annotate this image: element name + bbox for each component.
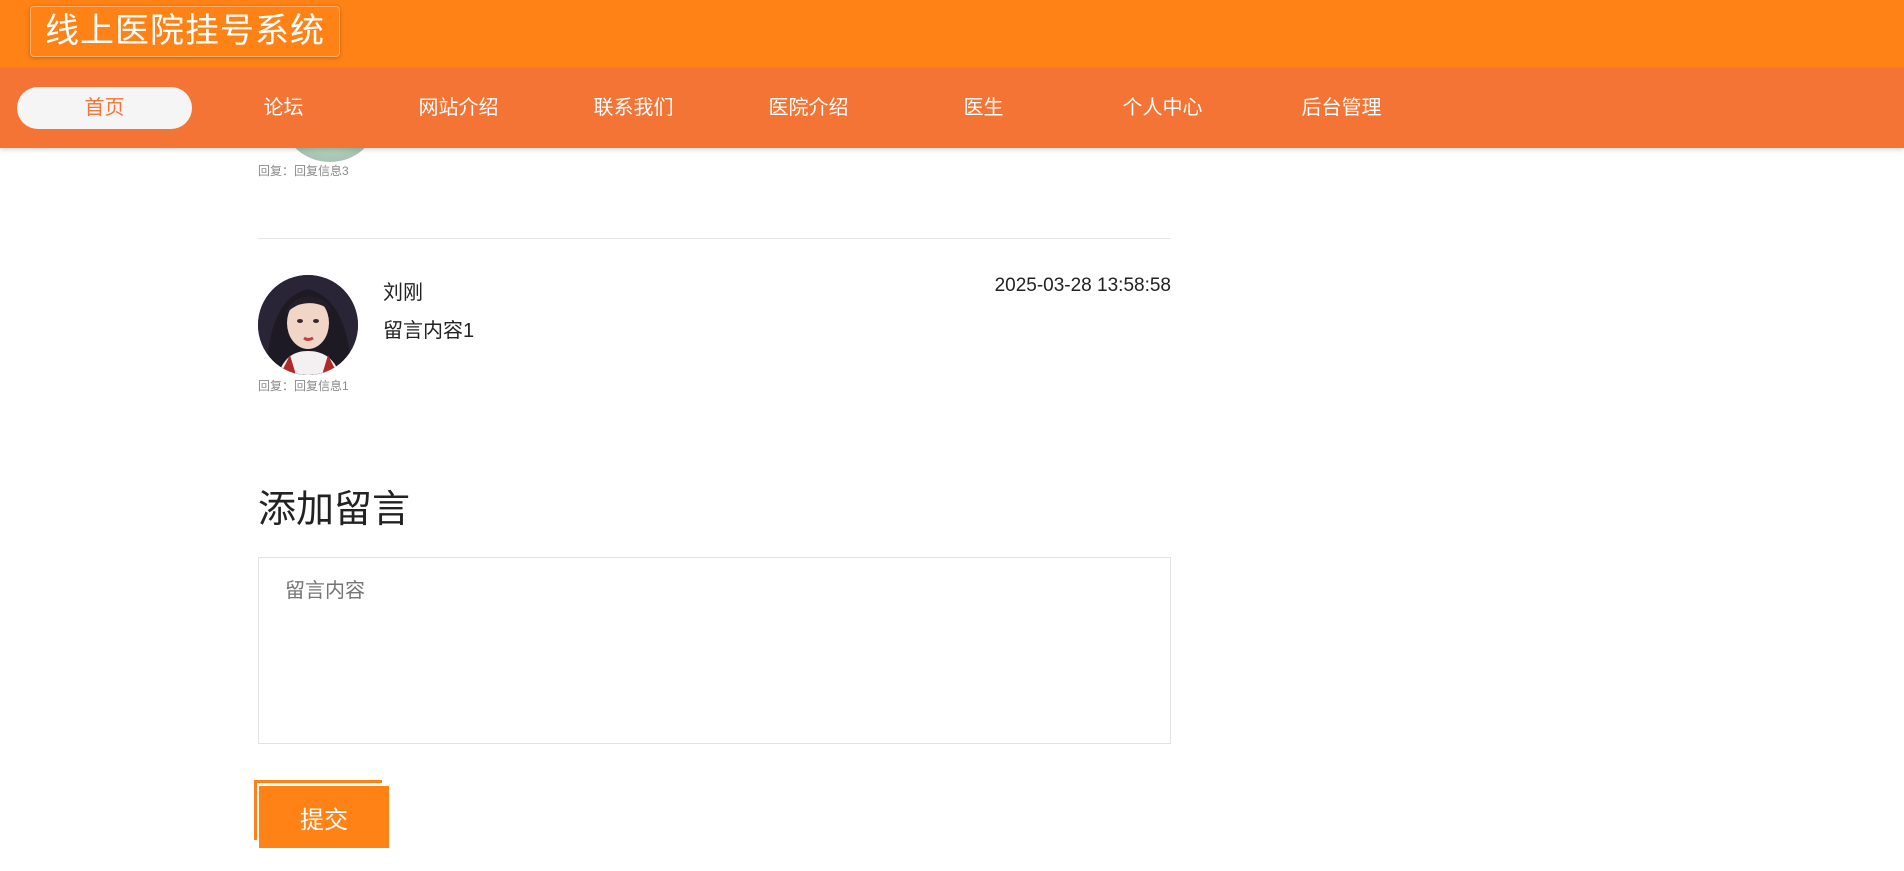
avatar [258, 275, 358, 375]
main-nav: 首页 论坛 网站介绍 联系我们 医院介绍 医生 个人中心 后台管理 [0, 68, 1904, 148]
nav-item-contact[interactable]: 联系我们 [546, 87, 721, 129]
reply-text: 回复：回复信息3 [258, 164, 349, 178]
submit-button-wrapper: 提交 [254, 780, 389, 848]
divider [258, 238, 1171, 239]
reply-text: 回复：回复信息1 [258, 379, 349, 393]
nav-item-home[interactable]: 首页 [17, 87, 192, 129]
nav-item-admin[interactable]: 后台管理 [1254, 87, 1429, 129]
nav-item-doctors[interactable]: 医生 [896, 87, 1071, 129]
add-message-title: 添加留言 [258, 489, 411, 531]
nav-item-forum[interactable]: 论坛 [196, 87, 371, 129]
message-input[interactable] [258, 557, 1171, 744]
nav-item-site-intro[interactable]: 网站介绍 [371, 87, 546, 129]
nav-item-personal-center[interactable]: 个人中心 [1075, 87, 1250, 129]
site-header: 线上医院挂号系统 [0, 0, 1904, 68]
submit-button[interactable]: 提交 [259, 786, 389, 848]
message-content: 留言内容1 [383, 320, 475, 342]
message-author: 刘刚 [383, 282, 423, 304]
site-title[interactable]: 线上医院挂号系统 [30, 6, 340, 57]
message-timestamp: 2025-03-28 13:58:58 [994, 275, 1171, 296]
nav-item-hospital-intro[interactable]: 医院介绍 [721, 87, 896, 129]
